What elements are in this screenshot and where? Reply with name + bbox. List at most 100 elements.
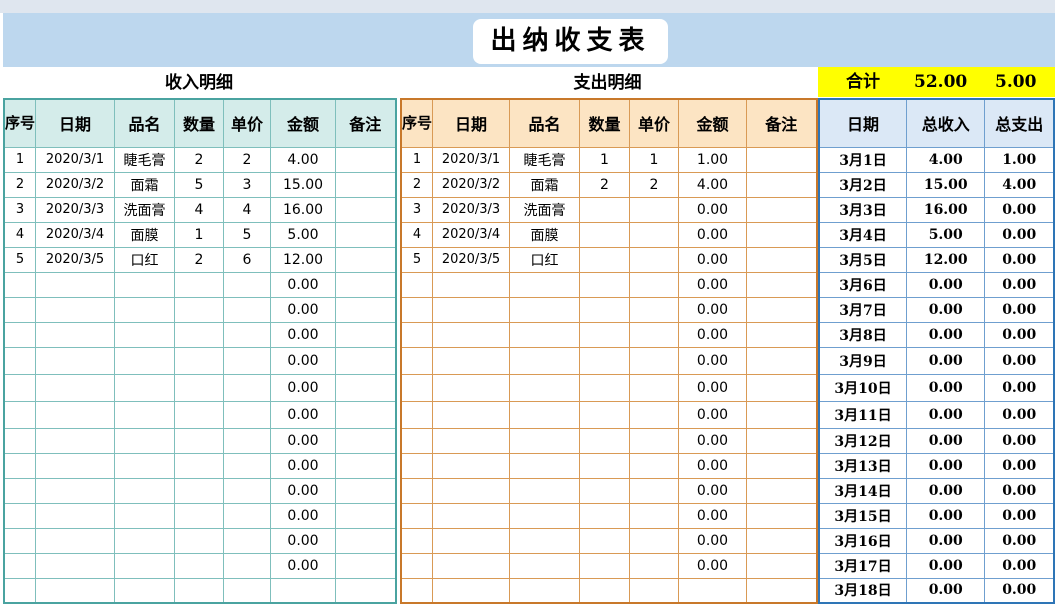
income-cell-amount[interactable]: 0.00	[270, 373, 337, 402]
expense-cell-price[interactable]: 1	[629, 146, 680, 173]
expense-cell-item[interactable]	[509, 271, 581, 298]
income-cell-date[interactable]	[35, 427, 116, 454]
income-cell-qty[interactable]	[174, 321, 225, 348]
expense-cell-seq[interactable]	[400, 346, 434, 375]
income-cell-qty[interactable]	[174, 296, 225, 323]
expense-cell-qty[interactable]	[579, 346, 631, 375]
expense-cell-amount[interactable]: 1.00	[678, 146, 748, 173]
expense-cell-price[interactable]	[629, 502, 680, 529]
summary-cell-expense[interactable]: 0.00	[984, 452, 1055, 479]
summary-cell-date[interactable]: 3月9日	[818, 346, 908, 375]
expense-cell-item[interactable]	[509, 452, 581, 479]
expense-cell-qty[interactable]	[579, 271, 631, 298]
expense-cell-price[interactable]: 2	[629, 171, 680, 198]
summary-cell-date[interactable]: 3月4日	[818, 221, 908, 248]
income-cell-price[interactable]	[223, 321, 272, 348]
income-cell-qty[interactable]: 2	[174, 146, 225, 173]
income-cell-date[interactable]	[35, 321, 116, 348]
income-cell-note[interactable]	[335, 427, 397, 454]
summary-cell-date[interactable]: 3月12日	[818, 427, 908, 454]
income-cell-price[interactable]	[223, 477, 272, 504]
income-cell-qty[interactable]	[174, 577, 225, 604]
income-cell-seq[interactable]	[3, 427, 37, 454]
income-cell-amount[interactable]: 12.00	[270, 246, 337, 273]
income-cell-note[interactable]	[335, 452, 397, 479]
income-cell-qty[interactable]	[174, 427, 225, 454]
expense-cell-amount[interactable]: 0.00	[678, 221, 748, 248]
summary-cell-date[interactable]: 3月2日	[818, 171, 908, 198]
expense-cell-seq[interactable]: 5	[400, 246, 434, 273]
expense-cell-seq[interactable]	[400, 321, 434, 348]
expense-cell-qty[interactable]	[579, 221, 631, 248]
expense-cell-qty[interactable]	[579, 527, 631, 554]
summary-cell-expense[interactable]: 1.00	[984, 146, 1055, 173]
income-cell-amount[interactable]: 5.00	[270, 221, 337, 248]
summary-cell-expense[interactable]: 0.00	[984, 527, 1055, 554]
expense-cell-note[interactable]	[746, 373, 818, 402]
expense-cell-seq[interactable]: 3	[400, 196, 434, 223]
income-cell-seq[interactable]	[3, 296, 37, 323]
summary-cell-expense[interactable]: 0.00	[984, 477, 1055, 504]
income-cell-note[interactable]	[335, 246, 397, 273]
income-cell-item[interactable]	[114, 400, 176, 429]
income-cell-date[interactable]: 2020/3/3	[35, 196, 116, 223]
income-cell-note[interactable]	[335, 400, 397, 429]
income-cell-date[interactable]	[35, 373, 116, 402]
summary-cell-expense[interactable]: 0.00	[984, 296, 1055, 323]
expense-cell-date[interactable]	[432, 271, 511, 298]
summary-cell-date[interactable]: 3月11日	[818, 400, 908, 429]
income-cell-price[interactable]	[223, 427, 272, 454]
income-cell-item[interactable]	[114, 373, 176, 402]
summary-cell-date[interactable]: 3月6日	[818, 271, 908, 298]
income-cell-item[interactable]: 洗面膏	[114, 196, 176, 223]
expense-cell-seq[interactable]	[400, 373, 434, 402]
income-cell-item[interactable]	[114, 321, 176, 348]
income-cell-price[interactable]	[223, 502, 272, 529]
income-cell-note[interactable]	[335, 271, 397, 298]
income-cell-note[interactable]	[335, 577, 397, 604]
expense-cell-amount[interactable]: 0.00	[678, 271, 748, 298]
income-cell-qty[interactable]: 2	[174, 246, 225, 273]
expense-cell-item[interactable]: 洗面膏	[509, 196, 581, 223]
income-cell-item[interactable]: 睫毛膏	[114, 146, 176, 173]
summary-cell-expense[interactable]: 0.00	[984, 196, 1055, 223]
expense-cell-amount[interactable]: 4.00	[678, 171, 748, 198]
income-cell-date[interactable]: 2020/3/4	[35, 221, 116, 248]
income-cell-item[interactable]	[114, 346, 176, 375]
income-cell-item[interactable]	[114, 296, 176, 323]
expense-cell-amount[interactable]: 0.00	[678, 196, 748, 223]
expense-cell-date[interactable]: 2020/3/1	[432, 146, 511, 173]
income-cell-item[interactable]	[114, 552, 176, 579]
expense-cell-amount[interactable]: 0.00	[678, 552, 748, 579]
income-cell-note[interactable]	[335, 552, 397, 579]
income-cell-qty[interactable]	[174, 452, 225, 479]
summary-cell-income[interactable]: 0.00	[906, 296, 986, 323]
summary-cell-expense[interactable]: 0.00	[984, 321, 1055, 348]
expense-cell-seq[interactable]	[400, 271, 434, 298]
expense-cell-price[interactable]	[629, 477, 680, 504]
summary-cell-date[interactable]: 3月18日	[818, 577, 908, 604]
income-cell-note[interactable]	[335, 373, 397, 402]
expense-cell-qty[interactable]: 2	[579, 171, 631, 198]
income-cell-amount[interactable]	[270, 577, 337, 604]
expense-cell-price[interactable]	[629, 577, 680, 604]
expense-cell-note[interactable]	[746, 171, 818, 198]
expense-cell-date[interactable]	[432, 577, 511, 604]
expense-cell-seq[interactable]	[400, 477, 434, 504]
expense-cell-date[interactable]	[432, 477, 511, 504]
expense-cell-seq[interactable]	[400, 527, 434, 554]
expense-cell-price[interactable]	[629, 400, 680, 429]
income-cell-seq[interactable]: 5	[3, 246, 37, 273]
expense-cell-qty[interactable]: 1	[579, 146, 631, 173]
summary-cell-income[interactable]: 0.00	[906, 502, 986, 529]
expense-cell-price[interactable]	[629, 246, 680, 273]
income-cell-note[interactable]	[335, 346, 397, 375]
expense-cell-qty[interactable]	[579, 502, 631, 529]
income-cell-note[interactable]	[335, 296, 397, 323]
income-cell-seq[interactable]	[3, 552, 37, 579]
expense-cell-note[interactable]	[746, 271, 818, 298]
income-cell-item[interactable]	[114, 477, 176, 504]
income-cell-qty[interactable]	[174, 527, 225, 554]
income-cell-amount[interactable]: 0.00	[270, 346, 337, 375]
summary-cell-expense[interactable]: 0.00	[984, 502, 1055, 529]
